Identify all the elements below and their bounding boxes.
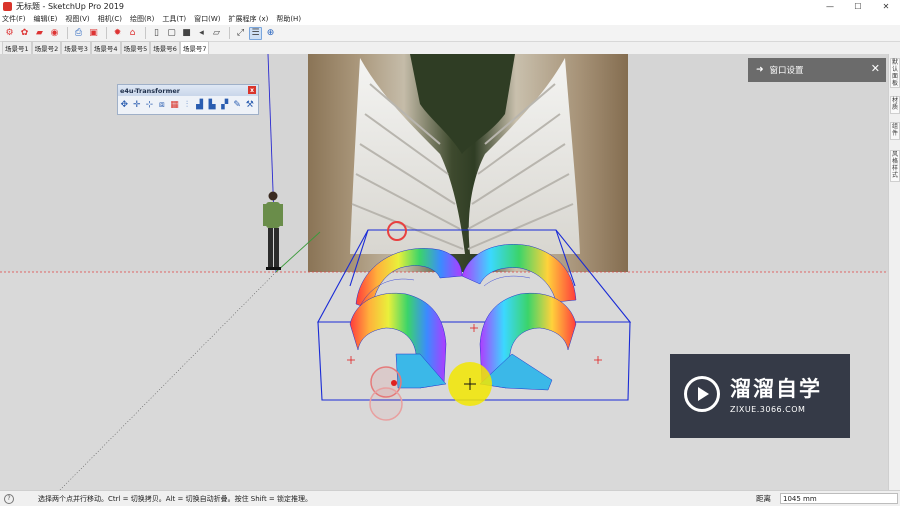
color-icon[interactable]: ▦	[170, 99, 179, 111]
tray-tab-components[interactable]: 组件	[890, 122, 900, 140]
transformer-title-bar[interactable]: e4u-Transformer x	[118, 85, 258, 96]
measurements-input[interactable]: 1045 mm	[780, 493, 898, 504]
target-icon[interactable]: ⊕	[264, 27, 277, 40]
toolbar: ⚙ ✿ ▰ ◉ ⎙ ▣ ✹ ⌂ ▯ ▢ ■ ◂ ▱ ⤢ ☰ ⊕	[0, 25, 900, 42]
section-plane-icon[interactable]: ▣	[87, 27, 100, 40]
scene-tab[interactable]: 场景号4	[90, 41, 121, 54]
scene-tab[interactable]: 场景号3	[61, 41, 91, 54]
print-icon[interactable]: ⎙	[72, 27, 85, 40]
outliner-icon[interactable]: ☰	[249, 26, 262, 40]
toolbar-divider	[229, 27, 230, 39]
close-icon[interactable]: x	[248, 86, 256, 94]
component-icon[interactable]: ⌂	[126, 27, 139, 40]
status-bar: ? 选择两个点并行移动。Ctrl = 切换拷贝。Alt = 切换自动折叠。按住 …	[0, 490, 900, 506]
tray-tab-default[interactable]: 默认面板	[890, 58, 900, 88]
measurements-label: 距离	[756, 494, 771, 503]
move-points-icon[interactable]: ⊹	[145, 99, 154, 111]
scene-tab-active[interactable]: 场景号7	[179, 41, 210, 54]
tray-tab-styles[interactable]: 风格样式	[890, 150, 900, 182]
view-top-icon[interactable]: ◂	[195, 27, 208, 40]
view-side-icon[interactable]: ▱	[210, 27, 223, 40]
scene-tab[interactable]: 场景号6	[150, 41, 180, 54]
green-axis-negative	[59, 271, 277, 490]
scale-icon[interactable]: ⧈	[158, 99, 167, 111]
move-tool-icon[interactable]: ⤢	[234, 27, 247, 40]
close-icon[interactable]: ✕	[871, 62, 880, 75]
toolbar-divider	[106, 27, 107, 39]
menu-draw[interactable]: 绘图(R)	[130, 14, 154, 24]
menu-edit[interactable]: 编辑(E)	[34, 14, 58, 24]
sketchup-logo-icon	[3, 2, 12, 11]
tool-icon[interactable]: ⚒	[245, 99, 254, 111]
click-ring-indicator	[369, 387, 403, 421]
sketchup-window: 无标题 - SketchUp Pro 2019 — ☐ ✕ 文件(F) 编辑(E…	[0, 0, 900, 506]
tray-tab-materials[interactable]: 材质	[890, 96, 900, 114]
window-controls: — ☐ ✕	[816, 0, 900, 13]
view-front-icon[interactable]: ▯	[150, 27, 163, 40]
transformer-tools: ✥ ✛ ⊹ ⧈ ▦ ⫶ ▟ ▙ ▞ ✎ ⚒	[118, 96, 258, 114]
warehouse-icon[interactable]: ✿	[18, 27, 31, 40]
menu-file[interactable]: 文件(F)	[2, 14, 26, 24]
arrow-right-icon: ➜	[756, 65, 764, 75]
settings-icon[interactable]: ✹	[111, 27, 124, 40]
menu-window[interactable]: 窗口(W)	[194, 14, 220, 24]
transformer-title: e4u-Transformer	[120, 86, 180, 95]
watermark: 溜溜自学 ZIXUE.3066.COM	[670, 354, 850, 438]
watermark-brand: 溜溜自学	[730, 377, 822, 401]
person-figure	[263, 191, 283, 270]
scene-tab[interactable]: 场景号5	[120, 41, 151, 54]
view-back-icon[interactable]: ▢	[165, 27, 178, 40]
panel-title: 窗口设置	[769, 66, 804, 76]
window-settings-panel[interactable]: ➜ 窗口设置 ✕	[748, 58, 886, 82]
maximize-button[interactable]: ☐	[844, 0, 872, 13]
share-model-icon[interactable]: ◉	[48, 27, 61, 40]
move-icon[interactable]: ✥	[120, 99, 129, 111]
minimize-button[interactable]: —	[816, 0, 844, 13]
menu-extensions[interactable]: 扩展程序 (x)	[228, 14, 268, 24]
photo-stairs	[350, 54, 580, 254]
bars-icon[interactable]: ▟	[195, 99, 204, 111]
align-icon[interactable]: ⫶	[183, 99, 192, 111]
menu-tools[interactable]: 工具(T)	[162, 14, 186, 24]
menu-bar: 文件(F) 编辑(E) 视图(V) 相机(C) 绘图(R) 工具(T) 窗口(W…	[0, 13, 900, 25]
extension-warehouse-icon[interactable]: ▰	[33, 27, 46, 40]
scene-tabs: 场景号1 场景号2 场景号3 场景号4 场景号5 场景号6 场景号7	[0, 41, 900, 54]
edit-icon[interactable]: ✎	[233, 99, 242, 111]
watermark-url: ZIXUE.3066.COM	[730, 405, 806, 414]
play-logo-icon	[684, 376, 720, 412]
toolbar-divider	[145, 27, 146, 39]
toolbar-divider	[67, 27, 68, 39]
menu-view[interactable]: 视图(V)	[65, 14, 89, 24]
title-bar: 无标题 - SketchUp Pro 2019 — ☐ ✕	[0, 0, 900, 13]
green-axis	[275, 231, 321, 273]
info-icon[interactable]: ?	[4, 493, 14, 504]
window-title: 无标题 - SketchUp Pro 2019	[16, 2, 124, 11]
status-hint: 选择两个点并行移动。Ctrl = 切换拷贝。Alt = 切换自动折叠。按住 Sh…	[38, 494, 313, 503]
view-iso-icon[interactable]: ■	[180, 27, 193, 40]
right-tray: 默认面板 材质 组件 风格样式	[888, 54, 900, 490]
move-axis-icon[interactable]: ✛	[133, 99, 142, 111]
menu-help[interactable]: 帮助(H)	[276, 14, 301, 24]
close-window-button[interactable]: ✕	[872, 0, 900, 13]
scene-tab[interactable]: 场景号1	[2, 41, 32, 54]
stack-icon[interactable]: ▞	[220, 99, 229, 111]
grip-point	[391, 380, 397, 386]
distribute-icon[interactable]: ▙	[208, 99, 217, 111]
getting-started-icon[interactable]: ⚙	[3, 27, 16, 40]
menu-camera[interactable]: 相机(C)	[98, 14, 122, 24]
transformer-toolbar: e4u-Transformer x ✥ ✛ ⊹ ⧈ ▦ ⫶ ▟ ▙ ▞ ✎ ⚒	[117, 84, 259, 115]
scene-tab[interactable]: 场景号2	[31, 41, 62, 54]
